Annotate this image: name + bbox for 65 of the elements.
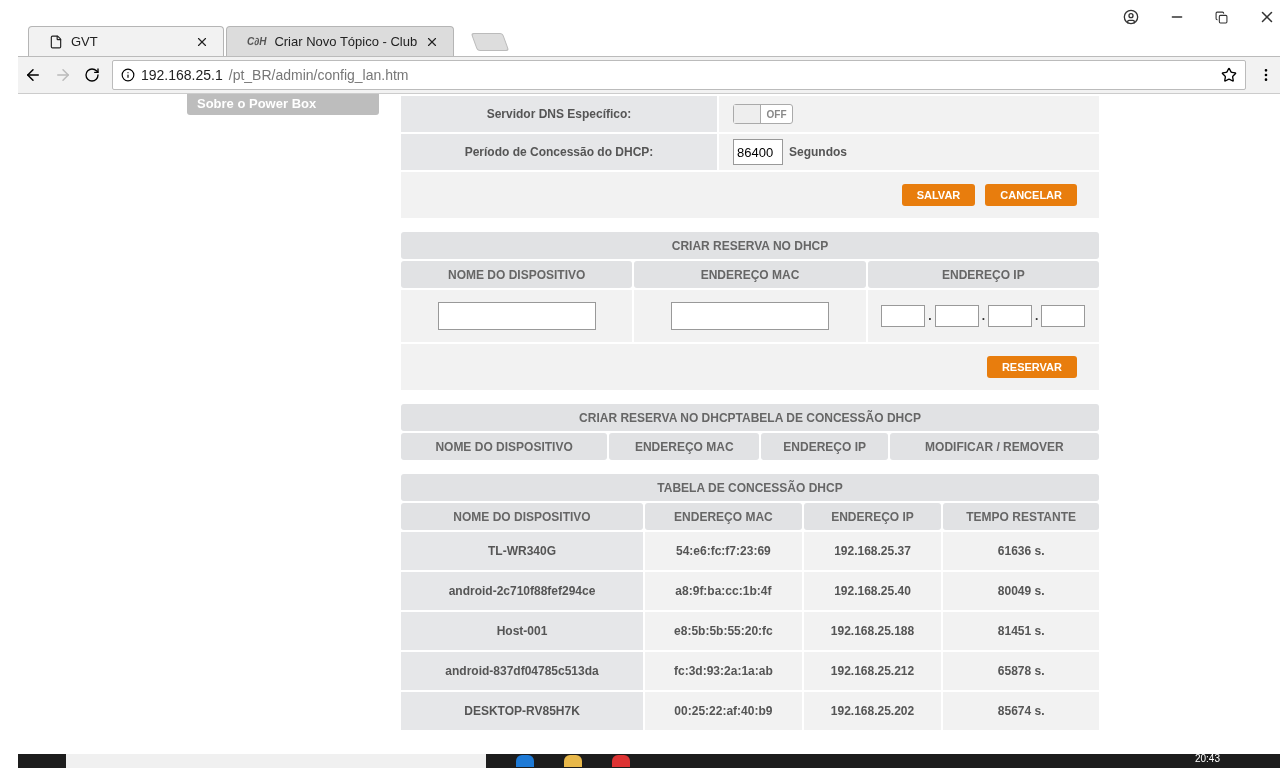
table-cell: 192.168.25.40: [803, 572, 942, 610]
ip-separator: .: [1035, 309, 1039, 323]
section-header: CRIAR RESERVA NO DHCPTABELA DE CONCESSÃO DHCP: [401, 404, 1099, 431]
input-field[interactable]: [934, 305, 979, 327]
table-cell: DESKTOP-RV85H7K: [401, 692, 644, 730]
ip-separator: .: [981, 309, 985, 323]
column-header: ENDEREÇO IP: [803, 503, 942, 530]
input-field[interactable]: [671, 302, 829, 330]
table-cell: 192.168.25.212: [803, 652, 942, 690]
section-header: CRIAR RESERVA NO DHCP: [401, 232, 1099, 259]
ip-separator: .: [928, 309, 932, 323]
profile-icon[interactable]: [1123, 9, 1139, 25]
toggle-switch[interactable]: OFF: [733, 104, 793, 124]
restore-icon[interactable]: [1215, 10, 1228, 24]
bookmark-star-icon[interactable]: [1221, 67, 1237, 83]
table-cell: TL-WR340G: [401, 532, 644, 570]
browser-tab[interactable]: C∂H Criar Novo Tópico - Club: [226, 26, 455, 56]
table-cell: 192.168.25.37: [803, 532, 942, 570]
table-cell: 80049 s.: [943, 572, 1099, 610]
reload-icon[interactable]: [84, 67, 100, 83]
browser-tab[interactable]: GVT: [28, 26, 224, 56]
address-bar[interactable]: 192.168.25.1 /pt_BR/admin/config_lan.htm: [112, 60, 1246, 90]
table-cell: 54:e6:fc:f7:23:69: [645, 532, 802, 570]
table-cell: Host-001: [401, 612, 644, 650]
table-cell: 00:25:22:af:40:b9: [645, 692, 802, 730]
form-button[interactable]: SALVAR: [901, 184, 976, 206]
column-header: TEMPO RESTANTE: [943, 503, 1099, 530]
input-field[interactable]: [1041, 305, 1086, 327]
info-icon[interactable]: [121, 68, 135, 82]
column-header: ENDEREÇO MAC: [634, 261, 866, 288]
column-header: NOME DO DISPOSITIVO: [401, 261, 633, 288]
table-cell: a8:9f:ba:cc:1b:4f: [645, 572, 802, 610]
taskbar-search-field[interactable]: [66, 754, 486, 768]
form-button[interactable]: CANCELAR: [985, 184, 1077, 206]
column-header: ENDEREÇO IP: [761, 433, 888, 460]
column-header: ENDEREÇO MAC: [609, 433, 760, 460]
column-header: NOME DO DISPOSITIVO: [401, 503, 644, 530]
column-header: ENDEREÇO MAC: [645, 503, 802, 530]
column-header: MODIFICAR / REMOVER: [889, 433, 1099, 460]
input-field[interactable]: [437, 302, 596, 330]
input-field[interactable]: [881, 305, 926, 327]
table-cell: 192.168.25.188: [803, 612, 942, 650]
sidebar-item[interactable]: Sobre o Power Box: [187, 94, 379, 115]
column-header: ENDEREÇO IP: [867, 261, 1099, 288]
table-cell: android-2c710f88fef294ce: [401, 572, 644, 610]
field-label: Servidor DNS Específico:: [401, 96, 717, 132]
site-logo: C∂H: [247, 36, 267, 47]
field-label: Período de Concessão do DHCP:: [401, 134, 717, 170]
table-cell: 85674 s.: [943, 692, 1099, 730]
unit-label: Segundos: [789, 145, 847, 159]
table-cell: 61636 s.: [943, 532, 1099, 570]
input-field[interactable]: 86400: [733, 139, 783, 165]
table-cell: e8:5b:5b:55:20:fc: [645, 612, 802, 650]
table-cell: android-837df04785c513da: [401, 652, 644, 690]
table-cell: fc:3d:93:2a:1a:ab: [645, 652, 802, 690]
back-icon[interactable]: [24, 66, 42, 84]
table-cell: 81451 s.: [943, 612, 1099, 650]
page-icon: [49, 34, 63, 49]
column-header: NOME DO DISPOSITIVO: [401, 433, 608, 460]
input-field[interactable]: [988, 305, 1032, 327]
clock: 20:43: [1194, 754, 1220, 764]
table-cell: 65878 s.: [943, 652, 1099, 690]
table-cell: 192.168.25.202: [803, 692, 942, 730]
reserve-button[interactable]: RESERVAR: [986, 356, 1077, 378]
section-header: TABELA DE CONCESSÃO DHCP: [401, 474, 1099, 501]
